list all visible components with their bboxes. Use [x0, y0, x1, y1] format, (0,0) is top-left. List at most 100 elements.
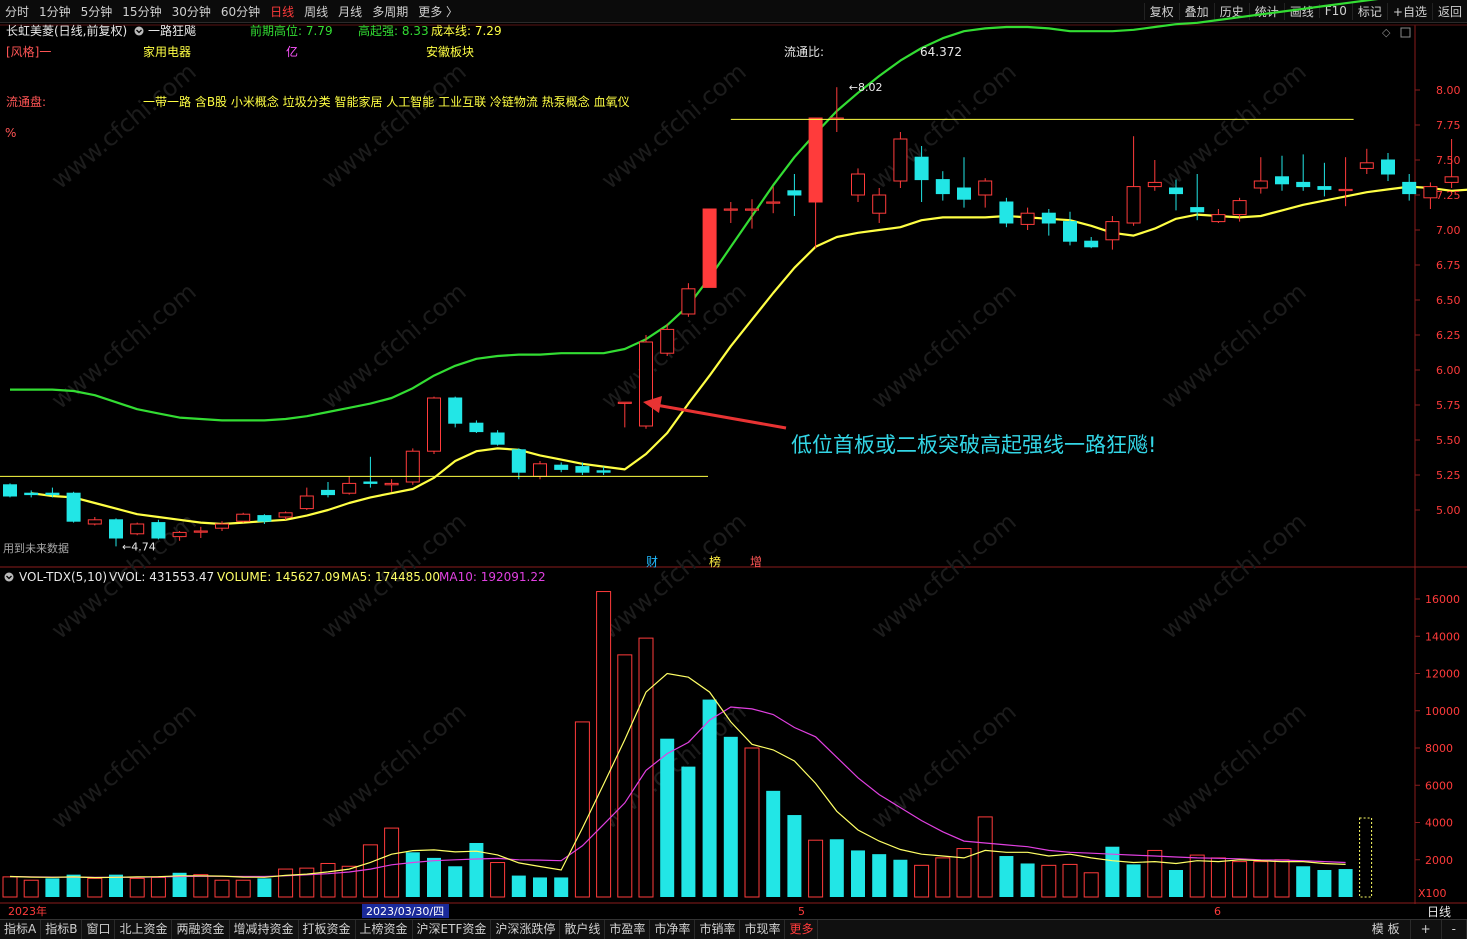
bottom-tab-15[interactable]: 更多	[785, 920, 819, 939]
industry-label: 家用电器	[143, 44, 191, 59]
price-tick-label-7: 6.75	[1436, 259, 1461, 272]
bottom-tab-4[interactable]: 两融资金	[172, 920, 230, 939]
candle-body-26	[554, 464, 569, 470]
candle-44	[935, 171, 950, 201]
volume-bar-40	[851, 850, 865, 897]
date-highlight: 2023/03/30/四	[366, 905, 444, 918]
bottom-tab-6[interactable]: 打板资金	[299, 920, 356, 939]
watermark-1: www.cfchi.com	[316, 57, 472, 194]
candle-body-0	[3, 484, 17, 497]
candle-16	[342, 476, 357, 495]
float-ratio-label: 流通比:	[784, 45, 824, 59]
candle-24	[511, 448, 526, 480]
candle-66	[1402, 174, 1417, 201]
watermark-12: www.cfchi.com	[596, 507, 752, 644]
candle-body-6	[130, 523, 145, 535]
volume-bar-62	[1317, 869, 1332, 897]
volume-bar-41	[872, 854, 887, 897]
candle-body-7	[151, 522, 166, 539]
candle-body-66	[1402, 181, 1417, 195]
vol-tick-label-6: 14000	[1425, 630, 1460, 643]
volume-bar-29	[617, 654, 633, 898]
volume-bar-9	[193, 874, 209, 898]
bottom-tab-10[interactable]: 散户线	[560, 920, 606, 939]
volume-bar-10	[214, 879, 230, 898]
watermark-14: www.cfchi.com	[1156, 507, 1312, 644]
liutong-label: 流通盘:	[6, 94, 46, 109]
candle-21	[448, 396, 463, 428]
volume-bar-5	[109, 874, 123, 897]
candle-body-17	[363, 481, 378, 484]
candle-11	[236, 512, 251, 523]
bottom-tab-9[interactable]: 沪深涨跌停	[491, 920, 561, 939]
candle-20	[427, 396, 441, 454]
bottom-tab-13[interactable]: 市销率	[695, 920, 741, 939]
candle-body-13	[278, 512, 293, 518]
formula-name[interactable]: 一路狂飚	[148, 23, 196, 38]
bottom-tab-1[interactable]: 指标B	[41, 920, 83, 939]
candle-body-40	[851, 173, 865, 196]
volume-bar-26	[554, 877, 569, 897]
candle-3	[66, 491, 81, 523]
bottom-tab-0[interactable]: 指标A	[0, 920, 42, 939]
candle-64	[1359, 148, 1374, 174]
candle-33	[702, 208, 717, 288]
candle-body-42	[893, 138, 908, 182]
candle-body-27	[575, 466, 590, 473]
bottom-tab-14[interactable]: 市现率	[740, 920, 786, 939]
candle-body-50	[1063, 221, 1077, 242]
concepts-label: 一带一路 含B股 小米概念 垃圾分类 智能家居 人工智能 工业互联 冷链物流 热…	[143, 94, 630, 109]
price-tick-label-0: 5.00	[1436, 504, 1461, 517]
candle-body-4	[87, 519, 102, 525]
cost-line	[31, 185, 1467, 526]
candle-body-45	[957, 187, 971, 200]
volume-bar-25	[533, 877, 547, 897]
candle-67	[1423, 182, 1438, 209]
marker-cai[interactable]: 财	[646, 555, 658, 569]
vol-ma10-line	[9, 706, 1346, 879]
candle-1	[24, 490, 39, 498]
bottom-tab-8[interactable]: 沪深ETF资金	[413, 920, 492, 939]
bottom-tab-7[interactable]: 上榜资金	[356, 920, 413, 939]
volume-bar-28	[596, 591, 612, 898]
bottom-tab-3[interactable]: 北上资金	[115, 920, 173, 939]
window-toggle-icon[interactable]	[1400, 27, 1411, 38]
marker-zeng[interactable]: 增	[750, 555, 762, 569]
vol-indicator-name[interactable]: VOL-TDX(5,10)	[19, 570, 107, 584]
formula-dropdown-icon[interactable]	[134, 26, 144, 36]
kline-chart[interactable]: www.cfchi.com www.cfchi.com www.cfchi.com w…	[0, 0, 1467, 938]
percent-label: %	[5, 126, 16, 140]
bottom-right-button-2[interactable]: -	[1442, 920, 1467, 939]
candle-4	[87, 517, 102, 526]
candle-body-15	[321, 489, 335, 496]
vol-dropdown-icon[interactable]	[4, 572, 14, 582]
marker-bang[interactable]: 榜	[709, 554, 721, 569]
candle-60	[1275, 155, 1289, 191]
diamond-icon[interactable]: ◇	[1382, 26, 1391, 39]
candle-body-29	[617, 401, 632, 404]
vol-tick-label-3: 8000	[1425, 742, 1453, 755]
bottom-right-button-0[interactable]: 模 板	[1362, 920, 1411, 939]
candle-body-68	[1444, 176, 1459, 183]
volume-bar-59	[1253, 861, 1269, 898]
candle-46	[978, 178, 993, 208]
region-label: 安徽板块	[426, 44, 474, 59]
price-tick-label-5: 6.25	[1436, 329, 1461, 342]
volume-bar-44	[935, 857, 951, 898]
candle-48	[1020, 207, 1035, 230]
watermark-8: www.cfchi.com	[866, 277, 1022, 414]
volume-bar-6	[129, 877, 145, 898]
cost-line-series	[31, 185, 1467, 526]
bottom-right-button-1[interactable]: +	[1411, 920, 1442, 939]
bottom-tab-12[interactable]: 市净率	[650, 920, 696, 939]
bottom-tab-2[interactable]: 窗口	[82, 920, 116, 939]
volume-bar-24	[511, 875, 526, 897]
bottom-tab-11[interactable]: 市盈率	[605, 920, 651, 939]
bottom-tab-5[interactable]: 增减持资金	[230, 920, 299, 939]
candle-body-11	[236, 513, 251, 522]
volume-bar-49	[1041, 864, 1057, 898]
period-label-right[interactable]: 日线	[1427, 905, 1451, 919]
candle-body-24	[511, 449, 526, 473]
candle-19	[405, 448, 420, 485]
volume-bar-14	[299, 867, 315, 898]
